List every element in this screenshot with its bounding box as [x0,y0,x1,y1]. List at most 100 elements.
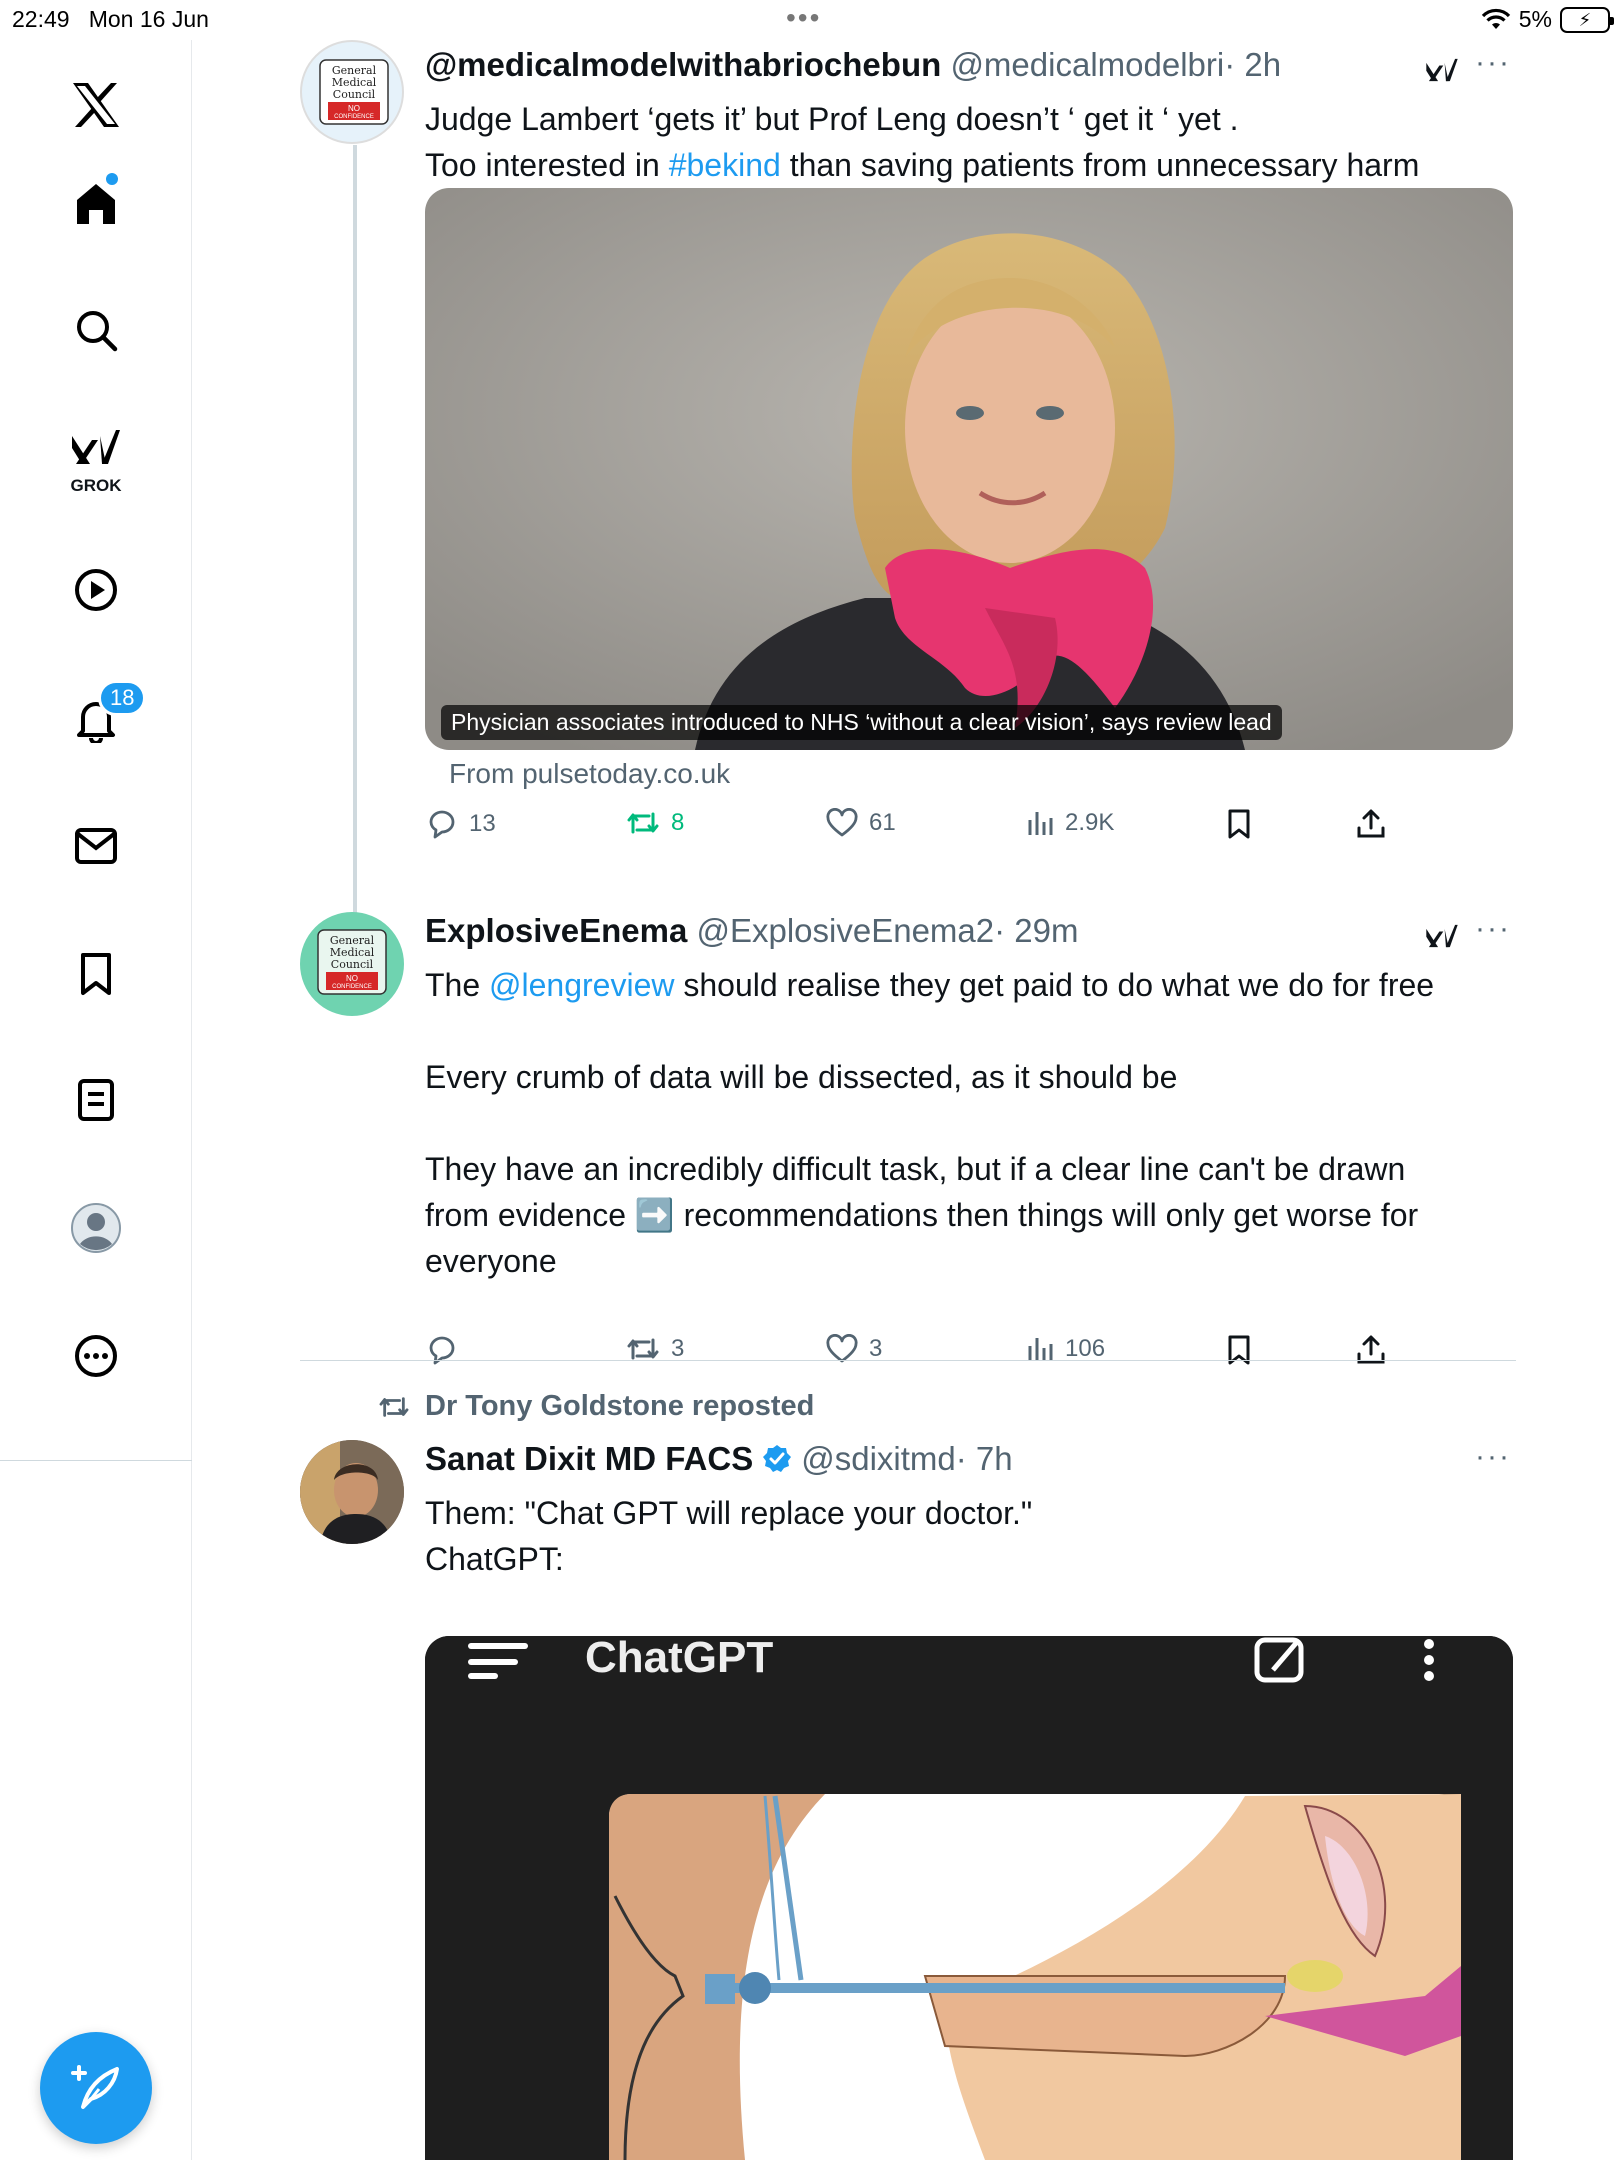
post2-more-icon[interactable]: ··· [1475,912,1511,946]
post3-time[interactable]: · 7h [956,1440,1013,1478]
post2-display-name[interactable]: ExplosiveEnema [425,912,687,949]
post2-avatar[interactable]: General Medical Council NO CONFIDENCE [300,912,404,1016]
arrow-emoji-icon: ➡️ [634,1197,675,1233]
video-play-icon[interactable] [0,550,192,630]
heart-icon [826,808,858,837]
home-unread-dot [106,173,118,185]
svg-text:CONFIDENCE: CONFIDENCE [332,984,372,990]
messages-envelope-icon[interactable] [0,806,192,886]
man-portrait-avatar-icon [300,1440,404,1544]
post3-handle[interactable]: @sdixitmd [801,1440,956,1478]
svg-text:NO: NO [348,104,360,113]
lists-icon[interactable] [0,1060,192,1140]
post1-repost-count: 8 [671,809,685,836]
compose-feather-icon [71,2065,119,2109]
post3-more-icon[interactable]: ··· [1475,1440,1511,1474]
battery-percent: 5% [1518,6,1552,32]
svg-text:Council: Council [333,88,376,101]
reposted-by-label: Dr Tony Goldstone reposted [425,1390,815,1422]
verified-badge-icon [763,1445,792,1472]
post2-paragraph3-line1: They have an incredibly difficult task, … [425,1151,1406,1187]
repost-icon [627,812,659,834]
post1-repost-button[interactable]: 8 [625,808,684,838]
post1-time[interactable]: · 2h [1224,46,1281,83]
svg-text:CONFIDENCE: CONFIDENCE [334,114,374,120]
bookmarks-icon[interactable] [0,934,192,1014]
post1-handle[interactable]: @medicalmodelbri [950,46,1224,83]
gmc-no-confidence-avatar-icon: General Medical Council NO CONFIDENCE [317,929,387,995]
more-options-icon[interactable] [0,1316,192,1396]
grok-label: GROK [70,476,122,495]
post1-hashtag-link[interactable]: #bekind [669,147,781,183]
profile-avatar-icon[interactable] [0,1188,192,1268]
post1-view-count: 2.9K [1065,809,1115,836]
post3-display-name[interactable]: Sanat Dixit MD FACS [425,1440,753,1478]
gmc-no-confidence-avatar-icon: General Medical Council NO CONFIDENCE [319,59,389,125]
post3-header: Sanat Dixit MD FACS @sdixitmd · 7h [425,1440,1013,1478]
compose-post-button[interactable] [40,2032,152,2144]
woman-portrait-photo [425,188,1513,750]
home-icon[interactable] [0,160,192,246]
analytics-icon [1028,812,1053,835]
post2-mention-link[interactable]: @lengreview [489,967,674,1003]
post1-actions: 13 8 61 2.9K [425,808,1525,858]
post1-like-button[interactable]: 61 [825,808,896,838]
notifications-badge: 18 [98,680,147,716]
search-icon[interactable] [0,290,192,370]
x-logo-icon[interactable] [0,60,192,150]
sidebar-divider [0,1460,192,1461]
post2-paragraph2: Every crumb of data will be dissected, a… [425,1059,1178,1095]
post2-share-button[interactable] [1355,1334,1387,1366]
post1-bookmark-button[interactable] [1225,808,1253,840]
grok-icon[interactable] [0,420,192,480]
post1-card-caption: Physician associates introduced to NHS ‘… [441,705,1282,740]
post2-view-count: 106 [1065,1335,1106,1362]
wifi-icon [1481,8,1510,29]
svg-text:NO: NO [346,974,358,983]
post2-reply-button[interactable] [425,1334,469,1366]
post2-grok-icon[interactable] [1425,922,1459,954]
thread-connector-line [353,145,357,950]
post-divider [300,1360,1516,1361]
post1-views-button[interactable]: 2.9K [1025,808,1114,838]
post2-paragraph3-line3: everyone [425,1243,557,1279]
post1-card-source[interactable]: From pulsetoday.co.uk [449,758,730,790]
multitasking-dots-icon[interactable]: ••• [786,2,821,34]
post2-repost-count: 3 [671,1335,685,1362]
post3-media-image[interactable]: ChatGPT [425,1636,1513,2160]
post1-avatar[interactable]: General Medical Council NO CONFIDENCE [300,40,404,144]
repost-attribution[interactable]: Dr Tony Goldstone reposted [377,1390,814,1423]
post1-more-icon[interactable]: ··· [1475,46,1511,80]
post1-text: Judge Lambert ‘gets it’ but Prof Leng do… [425,96,1525,188]
status-time-date: 22:49 Mon 16 Jun [12,6,209,32]
post1-link-card-image[interactable]: Physician associates introduced to NHS ‘… [425,188,1513,750]
post1-header: @medicalmodelwithabriochebun @medicalmod… [425,46,1281,84]
post1-like-count: 61 [869,809,896,836]
post1-grok-icon[interactable] [1425,56,1459,88]
bookmark-icon [1228,1335,1250,1365]
post2-time[interactable]: · 29m [994,912,1078,949]
post2-bookmark-button[interactable] [1225,1334,1253,1366]
status-bar: 22:49 Mon 16 Jun ••• 5% ⚡ [0,0,1620,40]
share-icon [1357,809,1385,838]
post2-paragraph3-line2: from evidence ➡️ recommendations then th… [425,1197,1419,1233]
chatgpt-screenshot-illustration: ChatGPT [425,1636,1513,2160]
post2-header: ExplosiveEnema @ExplosiveEnema2· 29m [425,912,1078,950]
battery-icon: ⚡ [1560,6,1614,33]
post3-text: Them: "Chat GPT will replace your doctor… [425,1490,1525,1582]
post1-display-name[interactable]: @medicalmodelwithabriochebun [425,46,941,83]
repost-icon [379,1396,409,1417]
post2-handle[interactable]: @ExplosiveEnema2 [696,912,994,949]
post1-text-line2: Too interested in #bekind than saving pa… [425,147,1420,183]
post3-avatar[interactable] [300,1440,404,1544]
svg-text:ChatGPT: ChatGPT [585,1636,773,1682]
post1-reply-button[interactable]: 13 [425,808,496,840]
post1-share-button[interactable] [1355,808,1387,840]
svg-text:Council: Council [331,958,374,971]
post1-text-line1: Judge Lambert ‘gets it’ but Prof Leng do… [425,101,1239,137]
reply-icon [429,810,455,839]
notifications-bell-icon[interactable] [0,680,192,760]
post2-text: The @lengreview should realise they get … [425,962,1525,1284]
post3-text-line1: Them: "Chat GPT will replace your doctor… [425,1495,1033,1531]
post2-like-count: 3 [869,1335,883,1362]
